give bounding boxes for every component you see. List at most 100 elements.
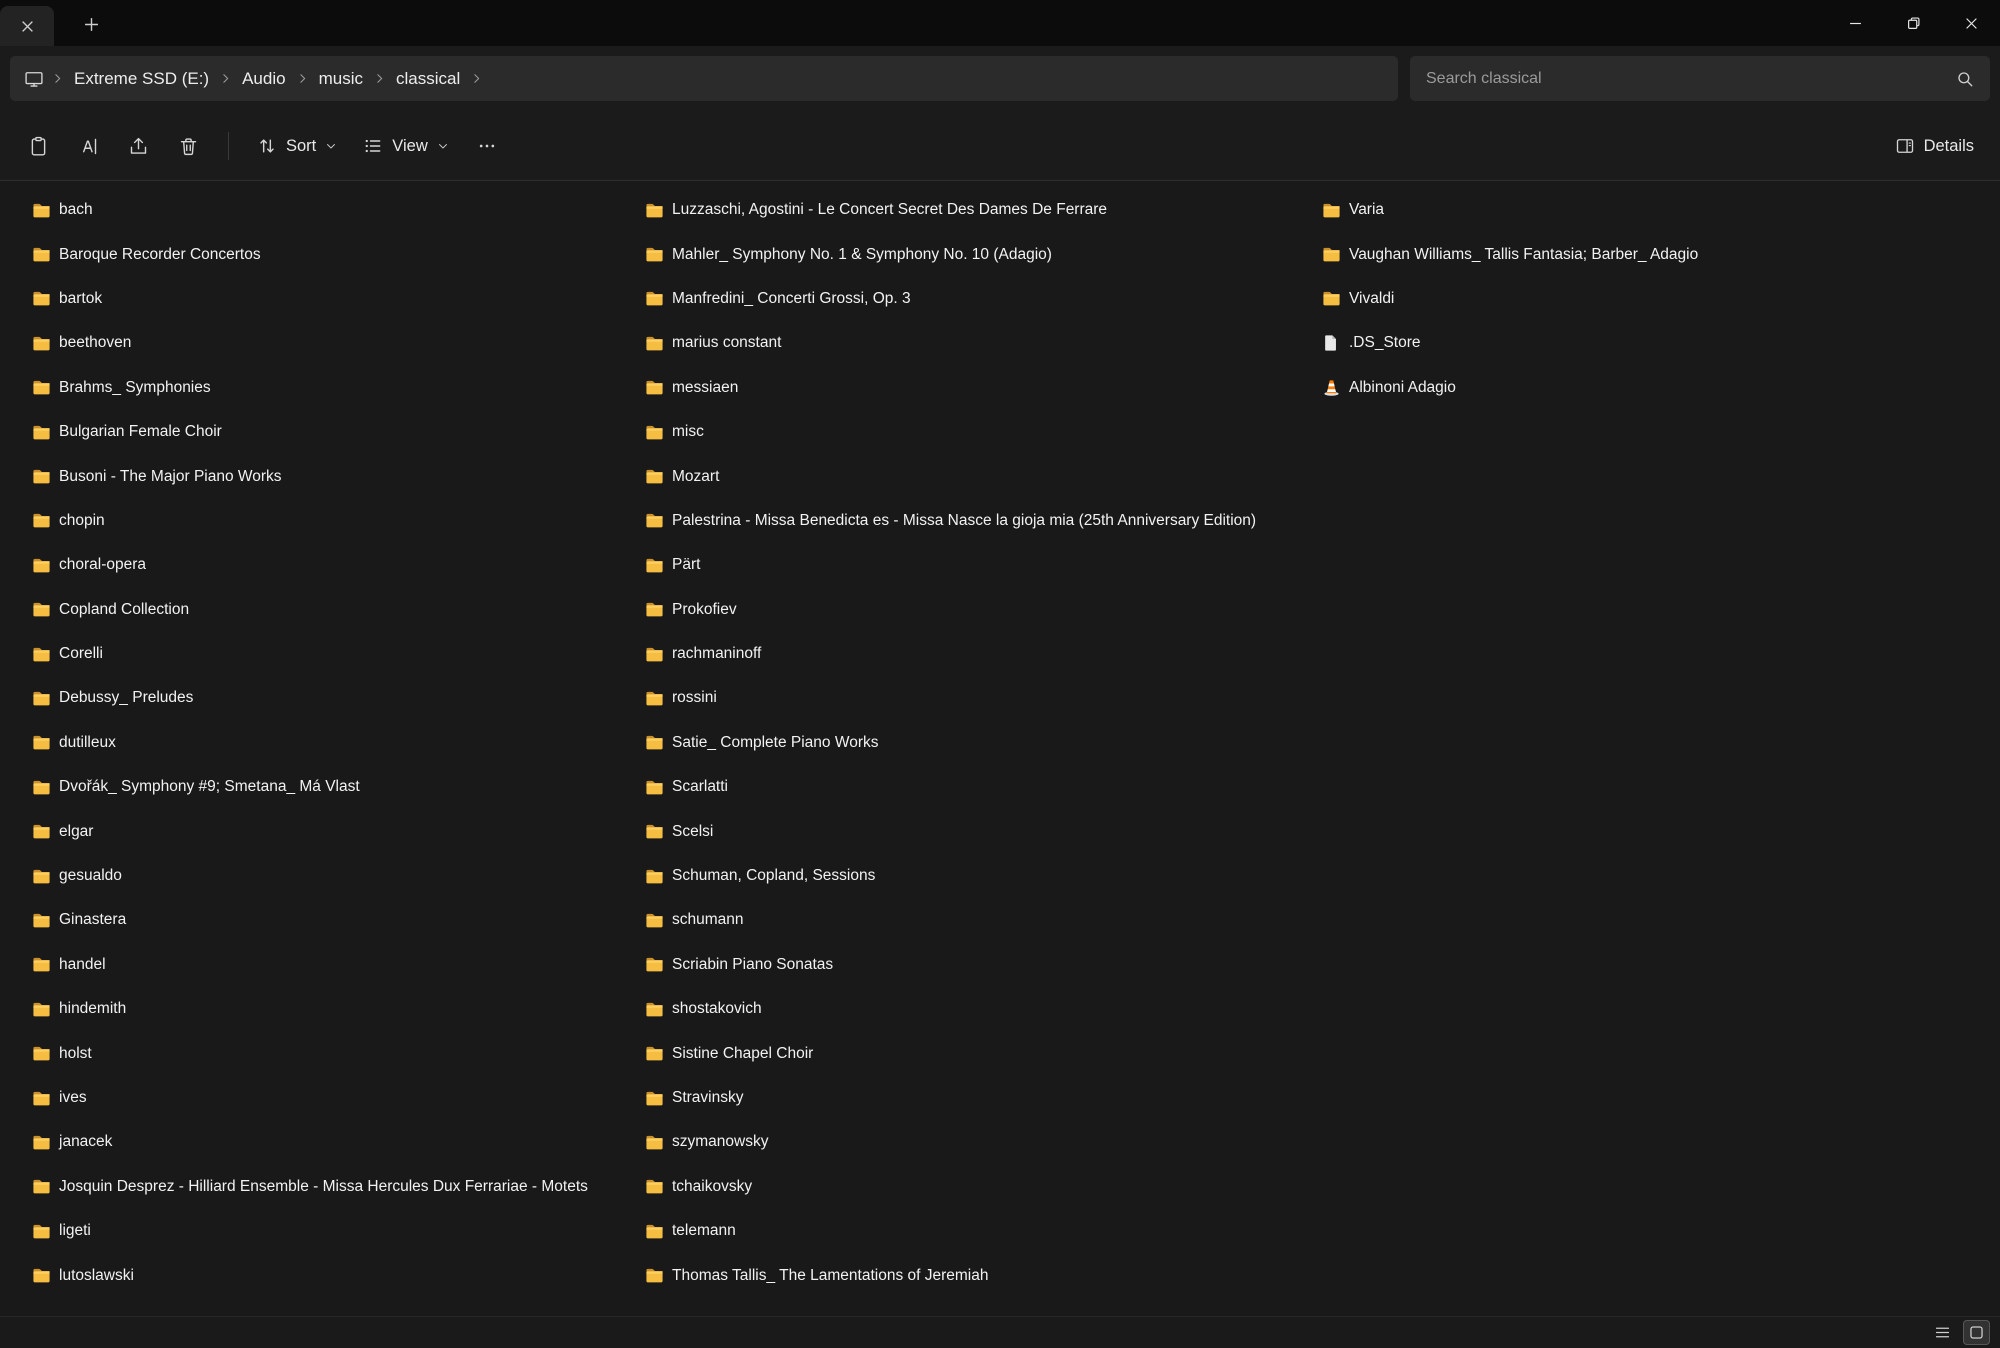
address-bar[interactable]: Extreme SSD (E:) Audio music classical	[10, 56, 1398, 101]
file-item[interactable]: Scriabin Piano Sonatas	[638, 943, 1318, 987]
file-name: Vaughan Williams_ Tallis Fantasia; Barbe…	[1349, 246, 1698, 264]
file-item[interactable]: Pärt	[638, 543, 1318, 587]
file-item[interactable]: choral-opera	[25, 543, 640, 587]
file-name: dutilleux	[59, 734, 116, 752]
sort-label: Sort	[286, 137, 316, 156]
file-item[interactable]: misc	[638, 410, 1318, 454]
details-view-button[interactable]	[1929, 1320, 1956, 1345]
file-item[interactable]: bartok	[25, 277, 640, 321]
file-item[interactable]: Busoni - The Major Piano Works	[25, 454, 640, 498]
search-icon[interactable]	[1956, 70, 1974, 88]
file-item[interactable]: Josquin Desprez - Hilliard Ensemble - Mi…	[25, 1165, 640, 1209]
chevron-right-icon[interactable]	[470, 72, 483, 85]
file-item[interactable]: Schuman, Copland, Sessions	[638, 854, 1318, 898]
file-name: Ginastera	[59, 911, 126, 929]
new-tab-button[interactable]	[76, 10, 106, 38]
file-item[interactable]: szymanowsky	[638, 1120, 1318, 1164]
file-item[interactable]: Luzzaschi, Agostini - Le Concert Secret …	[638, 188, 1318, 232]
file-item[interactable]: Sistine Chapel Choir	[638, 1031, 1318, 1075]
file-item[interactable]: Mahler_ Symphony No. 1 & Symphony No. 10…	[638, 232, 1318, 276]
header-band: Extreme SSD (E:) Audio music classical	[0, 46, 2000, 112]
file-item[interactable]: handel	[25, 943, 640, 987]
file-item[interactable]: tchaikovsky	[638, 1165, 1318, 1209]
folder-icon	[644, 200, 664, 220]
file-item[interactable]: Dvořák_ Symphony #9; Smetana_ Má Vlast	[25, 765, 640, 809]
explorer-tab[interactable]	[0, 6, 54, 46]
file-item[interactable]: Thomas Tallis_ The Lamentations of Jerem…	[638, 1253, 1318, 1297]
file-item[interactable]: shostakovich	[638, 987, 1318, 1031]
file-item[interactable]: Brahms_ Symphonies	[25, 366, 640, 410]
file-name: Albinoni Adagio	[1349, 379, 1456, 397]
file-item[interactable]: Ginastera	[25, 898, 640, 942]
file-item[interactable]: holst	[25, 1031, 640, 1075]
file-item[interactable]: schumann	[638, 898, 1318, 942]
breadcrumb-item[interactable]: Extreme SSD (E:)	[65, 62, 218, 96]
close-button[interactable]	[1942, 0, 2000, 46]
search-input[interactable]	[1426, 70, 1956, 88]
file-item[interactable]: telemann	[638, 1209, 1318, 1253]
file-item[interactable]: Baroque Recorder Concertos	[25, 232, 640, 276]
file-item[interactable]: Copland Collection	[25, 588, 640, 632]
file-item[interactable]: elgar	[25, 809, 640, 853]
chevron-right-icon[interactable]	[51, 72, 64, 85]
file-item[interactable]: ives	[25, 1076, 640, 1120]
minimize-button[interactable]	[1826, 0, 1884, 46]
file-item[interactable]: bach	[25, 188, 640, 232]
breadcrumb-item[interactable]: music	[310, 62, 372, 96]
file-item[interactable]: dutilleux	[25, 721, 640, 765]
file-item[interactable]: hindemith	[25, 987, 640, 1031]
file-name: Mozart	[672, 468, 719, 486]
status-bar	[0, 1316, 2000, 1348]
file-item[interactable]: messiaen	[638, 366, 1318, 410]
file-item[interactable]: Albinoni Adagio	[1315, 366, 1975, 410]
file-item[interactable]: rachmaninoff	[638, 632, 1318, 676]
folder-icon	[31, 777, 51, 797]
details-pane-button[interactable]: Details	[1885, 124, 1984, 168]
file-item[interactable]: Scarlatti	[638, 765, 1318, 809]
file-item[interactable]: chopin	[25, 499, 640, 543]
file-item[interactable]: rossini	[638, 676, 1318, 720]
file-item[interactable]: Bulgarian Female Choir	[25, 410, 640, 454]
file-name: Vivaldi	[1349, 290, 1394, 308]
file-item[interactable]: ligeti	[25, 1209, 640, 1253]
file-item[interactable]: Stravinsky	[638, 1076, 1318, 1120]
view-button[interactable]: View	[353, 124, 458, 168]
file-item[interactable]: Mozart	[638, 454, 1318, 498]
file-name: rachmaninoff	[672, 645, 761, 663]
file-item[interactable]: Manfredini_ Concerti Grossi, Op. 3	[638, 277, 1318, 321]
file-item[interactable]: gesualdo	[25, 854, 640, 898]
file-item[interactable]: Vivaldi	[1315, 277, 1975, 321]
breadcrumb-item[interactable]: Audio	[233, 62, 294, 96]
more-options-button[interactable]	[465, 124, 509, 168]
file-item[interactable]: marius constant	[638, 321, 1318, 365]
file-item[interactable]: Palestrina - Missa Benedicta es - Missa …	[638, 499, 1318, 543]
breadcrumb-item[interactable]: classical	[387, 62, 469, 96]
large-icons-view-button[interactable]	[1963, 1320, 1990, 1345]
file-item[interactable]: Vaughan Williams_ Tallis Fantasia; Barbe…	[1315, 232, 1975, 276]
tab-close-icon[interactable]	[21, 20, 34, 33]
file-item[interactable]: .DS_Store	[1315, 321, 1975, 365]
search-box[interactable]	[1410, 56, 1990, 101]
rename-button[interactable]	[66, 124, 110, 168]
chevron-right-icon[interactable]	[373, 72, 386, 85]
paste-button[interactable]	[16, 124, 60, 168]
file-item[interactable]: Scelsi	[638, 809, 1318, 853]
delete-button[interactable]	[166, 124, 210, 168]
this-pc-icon[interactable]	[24, 69, 44, 89]
file-name: gesualdo	[59, 867, 122, 885]
file-item[interactable]: beethoven	[25, 321, 640, 365]
maximize-button[interactable]	[1884, 0, 1942, 46]
file-item[interactable]: Debussy_ Preludes	[25, 676, 640, 720]
file-item[interactable]: Varia	[1315, 188, 1975, 232]
chevron-right-icon[interactable]	[296, 72, 309, 85]
file-item[interactable]: lutoslawski	[25, 1253, 640, 1297]
share-button[interactable]	[116, 124, 160, 168]
file-item[interactable]: Prokofiev	[638, 588, 1318, 632]
file-item[interactable]: janacek	[25, 1120, 640, 1164]
sort-button[interactable]: Sort	[247, 124, 347, 168]
chevron-right-icon[interactable]	[219, 72, 232, 85]
file-item[interactable]: Satie_ Complete Piano Works	[638, 721, 1318, 765]
file-name: Varia	[1349, 201, 1384, 219]
file-item[interactable]: Corelli	[25, 632, 640, 676]
folder-icon	[31, 289, 51, 309]
